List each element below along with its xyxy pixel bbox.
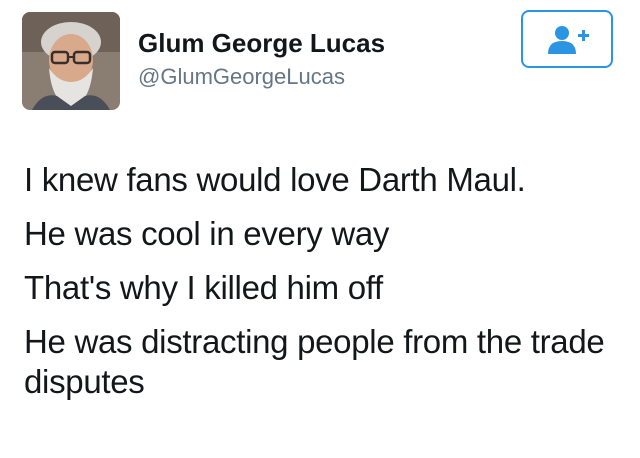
add-user-icon — [548, 26, 589, 54]
profile-photo-icon — [22, 12, 120, 110]
avatar[interactable] — [22, 12, 120, 110]
tweet-text: I knew fans would love Darth Maul. He wa… — [24, 160, 624, 416]
tweet-line: He was distracting people from the trade… — [24, 323, 605, 400]
user-handle[interactable]: @GlumGeorgeLucas — [138, 64, 345, 90]
tweet-line: I knew fans would love Darth Maul. — [24, 161, 526, 198]
tweet-line: That's why I killed him off — [24, 269, 383, 306]
display-name[interactable]: Glum George Lucas — [138, 28, 385, 59]
tweet-card: Glum George Lucas @GlumGeorgeLucas I kne… — [0, 0, 640, 458]
tweet-line: He was cool in every way — [24, 215, 390, 252]
follow-button[interactable] — [521, 10, 613, 68]
